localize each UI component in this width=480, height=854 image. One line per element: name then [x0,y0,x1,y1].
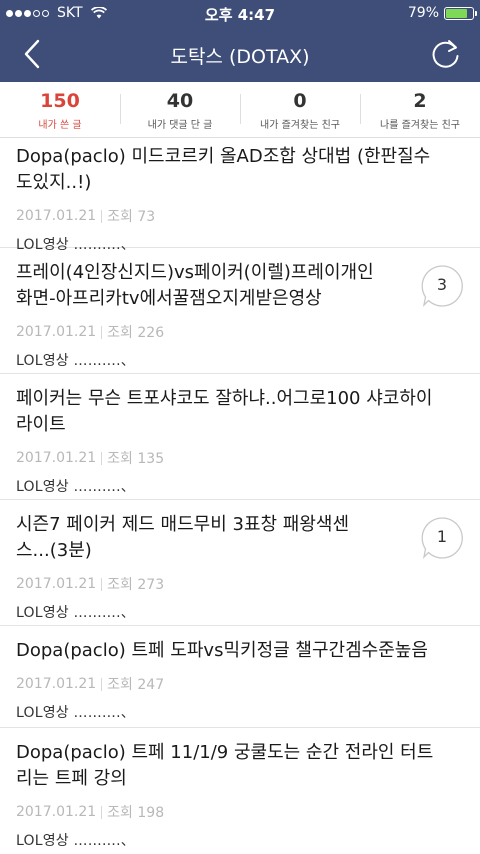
post-title: Dopa(paclo) 트페 도파vs믹키정글 챌구간겜수준높음 [16,638,464,664]
post-meta: 2017.01.21 조회 73 [16,206,464,226]
post-meta: 2017.01.21 조회 135 [16,448,464,468]
post-date: 2017.01.21 [16,676,97,692]
list-item[interactable]: 프레이(4인장신지드)vs페이커(이렐)프레이개인 화면-아프리카tv에서꿀잼오… [0,248,480,374]
stat-label: 내가 즐겨찾는 친구 [260,120,340,131]
comment-count: 1 [436,527,448,546]
page-title: 도탁스 (DOTAX) [170,46,310,68]
post-meta: 2017.01.21 조회 226 [16,322,464,342]
list-item[interactable]: Dopa(paclo) 트페 도파vs믹키정글 챌구간겜수준높음 2017.01… [0,626,480,728]
post-title-line: 라이트 [16,414,66,435]
comment-count-badge: 3 [420,264,464,308]
post-date: 2017.01.21 [16,576,97,592]
post-date: 2017.01.21 [16,324,97,340]
post-title: Dopa(paclo) 트페 11/1/9 궁쿨도는 순간 전라인 터트 리는 … [16,740,464,792]
post-title: 프레이(4인장신지드)vs페이커(이렐)프레이개인 화면-아프리카tv에서꿀잼오… [16,260,464,312]
post-title-line: 스...(3분) [16,540,92,561]
profile-stats-tabs: 150 내가 쓴 글 40 내가 댓글 단 글 0 내가 즐겨찾는 친구 2 나… [0,82,480,138]
stat-label: 내가 댓글 단 글 [147,120,213,131]
post-title-line: 화면-아프리카tv에서꿀잼오지게받은영상 [16,288,322,309]
status-bar: SKT 오후 4:47 79% [0,0,480,26]
list-item[interactable]: 시즌7 페이커 제드 매드무비 3표창 패왕색센 스...(3분) 2017.0… [0,500,480,626]
status-right: 79% [407,5,477,21]
post-title-line: Dopa(paclo) 미드코르키 올AD조합 상대법 (한판질수 [16,146,431,167]
navigation-bar: 도탁스 (DOTAX) [0,26,480,82]
battery-icon [444,6,477,20]
post-date: 2017.01.21 [16,208,97,224]
stat-label: 나를 즐겨찾는 친구 [380,120,460,131]
post-board: LOL영상 ……….、 [16,833,135,849]
post-date: 2017.01.21 [16,450,97,466]
post-list: Dopa(paclo) 미드코르키 올AD조합 상대법 (한판질수 도있지..!… [0,138,480,854]
post-title-line: Dopa(paclo) 트페 11/1/9 궁쿨도는 순간 전라인 터트 [16,742,434,763]
post-title-line: 시즌7 페이커 제드 매드무비 3표창 패왕색센 [16,514,350,535]
post-views: 조회 273 [107,577,165,593]
post-board: LOL영상 ……….、 [16,353,135,369]
post-meta: 2017.01.21 조회 247 [16,674,464,694]
stat-value: 40 [166,90,194,112]
post-views: 조회 247 [107,677,165,693]
top-bar: SKT 오후 4:47 79% 도탁스 (DOTAX) [0,0,480,82]
comment-count: 3 [436,275,448,294]
post-title: 시즌7 페이커 제드 매드무비 3표창 패왕색센 스...(3분) [16,512,464,564]
stat-my-favorite-friends[interactable]: 0 내가 즐겨찾는 친구 [240,82,360,137]
post-board: LOL영상 ……….、 [16,705,135,721]
list-item[interactable]: Dopa(paclo) 미드코르키 올AD조합 상대법 (한판질수 도있지..!… [0,138,480,253]
stat-value: 2 [413,90,427,112]
stat-value: 150 [40,90,80,112]
stat-my-commented-posts[interactable]: 40 내가 댓글 단 글 [120,82,240,137]
battery-percent: 79% [407,5,439,21]
post-views: 조회 73 [107,209,156,225]
stat-label: 내가 쓴 글 [38,120,82,131]
post-board: LOL영상 ……….、 [16,479,135,495]
post-title: Dopa(paclo) 미드코르키 올AD조합 상대법 (한판질수 도있지..!… [16,144,464,196]
post-board: LOL영상 ……….、 [16,605,135,621]
list-item[interactable]: 페이커는 무슨 트포샤코도 잘하냐..어그로100 샤코하이 라이트 2017.… [0,374,480,500]
post-views: 조회 198 [107,805,165,821]
list-item[interactable]: Dopa(paclo) 트페 11/1/9 궁쿨도는 순간 전라인 터트 리는 … [0,728,480,854]
post-title-line: 도있지..!) [16,172,92,193]
post-meta: 2017.01.21 조회 198 [16,802,464,822]
post-title-line: 프레이(4인장신지드)vs페이커(이렐)프레이개인 [16,262,374,283]
post-date: 2017.01.21 [16,804,97,820]
battery-fill [446,8,467,18]
stat-my-posts[interactable]: 150 내가 쓴 글 [0,82,120,137]
post-meta: 2017.01.21 조회 273 [16,574,464,594]
comment-count-badge: 1 [420,516,464,560]
post-views: 조회 226 [107,325,165,341]
refresh-icon[interactable] [430,38,462,70]
post-title: 페이커는 무슨 트포샤코도 잘하냐..어그로100 샤코하이 라이트 [16,386,464,438]
stat-followers[interactable]: 2 나를 즐겨찾는 친구 [360,82,480,137]
post-title-line: Dopa(paclo) 트페 도파vs믹키정글 챌구간겜수준높음 [16,640,428,661]
stat-value: 0 [293,90,307,112]
post-title-line: 리는 트페 강의 [16,768,127,789]
post-title-line: 페이커는 무슨 트포샤코도 잘하냐..어그로100 샤코하이 [16,388,433,409]
post-views: 조회 135 [107,451,165,467]
